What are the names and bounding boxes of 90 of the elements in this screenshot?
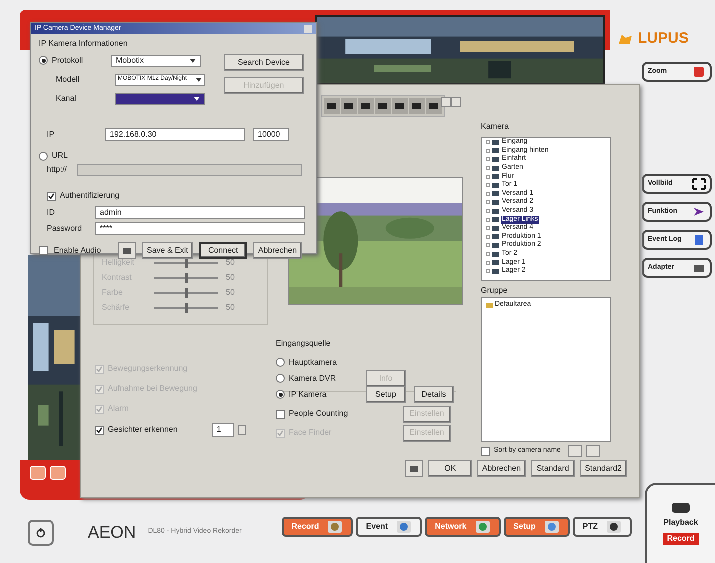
slider-value: 50	[226, 256, 235, 268]
caret-icon	[196, 78, 202, 82]
dropdown[interactable]	[115, 92, 205, 104]
folder-button[interactable]	[405, 460, 424, 477]
scroll-right-button[interactable]	[451, 97, 461, 107]
caret-icon	[190, 58, 196, 62]
brand-name: AEON	[88, 522, 136, 544]
field-label: Kanal	[56, 92, 78, 104]
dropdown[interactable]: Mobotix	[111, 54, 201, 66]
checkbox-label: Gesichter erkennen	[108, 424, 178, 436]
section-title: IP Kamera Informationen	[39, 39, 128, 48]
radio-button[interactable]	[276, 390, 285, 399]
field-label: IP	[47, 128, 56, 140]
dialog-button[interactable]: Abbrechen	[477, 460, 526, 477]
dialog-button[interactable]: Abbrechen	[253, 242, 302, 259]
tab-icon	[544, 520, 560, 534]
slider-thumb[interactable]	[184, 272, 188, 282]
slider-value: 50	[226, 286, 235, 298]
radio-button[interactable]	[276, 374, 285, 383]
logo: LUPUS	[638, 29, 689, 49]
corner-tab[interactable]: Record	[663, 533, 699, 545]
dialog-button[interactable]: Search Device	[224, 54, 304, 71]
input-field[interactable]: ****	[95, 222, 305, 235]
field-label: http://	[47, 164, 68, 176]
dialog-button[interactable]: OK	[428, 460, 472, 477]
move-up-button[interactable]	[568, 445, 582, 457]
field-label: Modell	[56, 74, 81, 86]
nav-tab[interactable]: PTZ	[572, 516, 632, 536]
tab-icon	[474, 520, 491, 534]
slider-thumb[interactable]	[184, 258, 188, 268]
camera-icon	[358, 98, 374, 114]
square-icon	[692, 66, 706, 78]
input-field[interactable]: admin	[95, 206, 305, 219]
url-field[interactable]	[77, 164, 302, 176]
move-down-button[interactable]	[586, 445, 600, 457]
field-label: URL	[52, 150, 68, 162]
checkbox-label: Authentifizierung	[60, 190, 120, 202]
nav-tab[interactable]: Event	[356, 516, 422, 536]
ip-field[interactable]: 192.168.0.30	[105, 128, 245, 141]
caret-icon	[194, 96, 200, 100]
expand-icon	[692, 178, 706, 190]
slider-thumb[interactable]	[184, 288, 188, 298]
arrow-icon	[692, 206, 706, 218]
checkbox[interactable]	[39, 246, 48, 255]
field-label: ID	[47, 206, 56, 218]
checkbox[interactable]	[276, 410, 285, 418]
camera-icon	[375, 98, 391, 114]
radio-label: Kamera DVR	[289, 372, 338, 384]
dialog-button[interactable]: Standard	[531, 460, 576, 477]
checkbox[interactable]	[95, 426, 104, 434]
slider-value: 50	[226, 272, 235, 284]
radio-button[interactable]	[39, 56, 48, 65]
radio-label: Hauptkamera	[289, 356, 338, 368]
close-button[interactable]	[304, 24, 312, 32]
radio-button[interactable]	[276, 358, 285, 367]
slider-thumb[interactable]	[184, 302, 188, 312]
field-label: Protokoll	[52, 54, 84, 66]
port-field[interactable]: 10000	[253, 128, 289, 141]
dialog-button[interactable]: Standard2	[580, 460, 627, 477]
dialog-button[interactable]: Connect	[199, 242, 248, 259]
scroll-left-button[interactable]	[441, 97, 451, 107]
checkbox[interactable]	[481, 446, 490, 456]
field-label: Password	[47, 222, 84, 234]
list-title: Kamera	[481, 122, 510, 131]
dialog-button[interactable]: Details	[414, 386, 454, 403]
radio-button[interactable]	[39, 152, 48, 160]
camera-icon	[409, 98, 425, 114]
checkbox[interactable]	[47, 192, 56, 200]
dialog-button[interactable]: Save & Exit	[142, 242, 194, 259]
slider-value: 50	[226, 302, 235, 314]
camera-icon	[392, 98, 408, 114]
tab-icon	[396, 520, 412, 534]
camera-icon	[324, 98, 340, 114]
tab-icon	[606, 520, 622, 534]
folder-button[interactable]	[118, 242, 136, 259]
checkbox-label: Enable Audio	[54, 244, 102, 256]
camera-icon	[426, 98, 442, 114]
checkbox-label: People Counting	[289, 408, 350, 420]
list-title: Gruppe	[481, 285, 509, 297]
document-icon	[692, 234, 706, 246]
power-button[interactable]	[28, 520, 54, 546]
spin-button[interactable]	[238, 425, 246, 435]
radio-label: IP Kamera	[289, 388, 328, 400]
tab-icon	[327, 520, 344, 534]
number-field[interactable]: 1	[212, 423, 234, 437]
power-icon	[36, 528, 46, 538]
corner-tab[interactable]: Playback	[660, 517, 702, 529]
camera-icon	[341, 98, 357, 114]
dialog-button[interactable]: Setup	[366, 386, 406, 403]
group-title: Eingangsquelle	[276, 339, 331, 348]
